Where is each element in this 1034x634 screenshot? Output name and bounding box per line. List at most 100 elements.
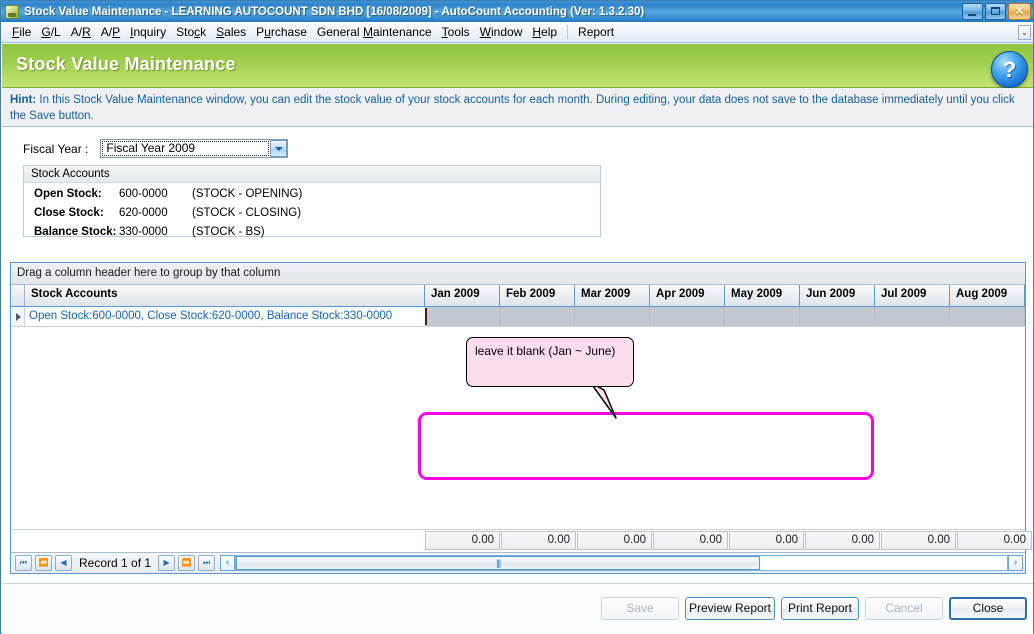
record-counter-label: Record 1 of 1 (79, 556, 152, 570)
stock-value-grid: Drag a column header here to group by th… (10, 262, 1032, 574)
footer-total-jun-2009: 0.00 (805, 531, 880, 550)
balance-stock-desc: (STOCK - BS) (192, 226, 265, 238)
open-stock-label: Open Stock: (34, 188, 102, 200)
menu-item-gl[interactable]: G/L (36, 23, 65, 41)
cell-jun-2009[interactable] (800, 307, 875, 326)
hint-label: Hint: (10, 94, 37, 106)
window-controls: ✕ (962, 3, 1031, 20)
cell-stock-accounts[interactable]: Open Stock:600-0000, Close Stock:620-000… (25, 307, 425, 326)
window-title: Stock Value Maintenance - LEARNING AUTOC… (24, 5, 645, 18)
menu-item-general-maintenance[interactable]: General Maintenance (312, 23, 437, 41)
chevron-down-icon[interactable] (270, 140, 288, 157)
footer-total-apr-2009: 0.00 (653, 531, 728, 550)
dialog-button-bar: Save Preview Report Print Report Cancel … (2, 583, 1033, 634)
footer-total-mar-2009: 0.00 (577, 531, 652, 550)
first-record-button[interactable]: ⏮ (15, 555, 32, 571)
close-stock-label: Close Stock: (34, 207, 104, 219)
client-area: Fiscal Year : Fiscal Year 2009 Stock Acc… (2, 127, 1033, 583)
menu-item-file[interactable]: File (7, 23, 36, 41)
menu-item-sales[interactable]: Sales (211, 23, 251, 41)
close-stock-desc: (STOCK - CLOSING) (192, 207, 302, 219)
next-record-button[interactable]: ▶ (158, 555, 176, 571)
page-header-band: Stock Value Maintenance (2, 44, 1033, 88)
cell-feb-2009[interactable] (500, 307, 575, 326)
minimize-button[interactable] (962, 3, 983, 20)
close-stock-code: 620-0000 (119, 207, 168, 219)
row-indicator-icon (11, 307, 25, 326)
menu-item-tools[interactable]: Tools (437, 23, 475, 41)
column-header-jun-2009[interactable]: Jun 2009 (800, 285, 875, 306)
cell-jan-2009[interactable] (425, 307, 500, 326)
print-report-button[interactable]: Print Report (781, 597, 859, 620)
save-button[interactable]: Save (601, 597, 679, 620)
scrollbar-thumb[interactable] (236, 556, 761, 570)
table-row[interactable]: Open Stock:600-0000, Close Stock:620-000… (11, 307, 1025, 327)
column-header-jan-2009[interactable]: Jan 2009 (425, 285, 500, 306)
fiscal-year-row: Fiscal Year : Fiscal Year 2009 (23, 139, 289, 158)
footer-total-feb-2009: 0.00 (501, 531, 576, 550)
menu-item-purchase[interactable]: Purchase (251, 23, 312, 41)
hint-panel: Hint: In this Stock Value Maintenance wi… (2, 88, 1033, 127)
open-stock-desc: (STOCK - OPENING) (192, 188, 303, 200)
stock-account-row: Open Stock: 600-0000 (STOCK - OPENING) (24, 186, 600, 202)
footer-total-jan-2009: 0.00 (425, 531, 500, 550)
column-header-may-2009[interactable]: May 2009 (725, 285, 800, 306)
previous-record-button[interactable]: ◀ (55, 555, 72, 571)
footer-total-aug-2009: 0.00 (957, 531, 1032, 550)
application-window: Stock Value Maintenance - LEARNING AUTOC… (0, 0, 1034, 634)
column-header-apr-2009[interactable]: Apr 2009 (650, 285, 725, 306)
column-header-aug-2009[interactable]: Aug 2009 (950, 285, 1025, 306)
cell-mar-2009[interactable] (575, 307, 650, 326)
column-header-stock-accounts[interactable]: Stock Accounts (25, 285, 425, 306)
page-title: Stock Value Maintenance (16, 54, 236, 74)
column-header-mar-2009[interactable]: Mar 2009 (575, 285, 650, 306)
next-page-button[interactable]: ⏩ (178, 555, 196, 571)
menu-item-inquiry[interactable]: Inquiry (125, 23, 171, 41)
annotation-callout: leave it blank (Jan ~ June) (466, 337, 634, 387)
footer-total-may-2009: 0.00 (729, 531, 804, 550)
scrollbar-track[interactable] (235, 555, 1008, 571)
menu-item-ar[interactable]: A/R (66, 23, 96, 41)
cell-aug-2009[interactable] (950, 307, 1025, 326)
column-header-jul-2009[interactable]: Jul 2009 (875, 285, 950, 306)
title-bar: Stock Value Maintenance - LEARNING AUTOC… (1, 1, 1033, 22)
cell-apr-2009[interactable] (650, 307, 725, 326)
maximize-icon (991, 7, 1000, 15)
group-by-panel[interactable]: Drag a column header here to group by th… (11, 263, 1025, 285)
preview-report-button[interactable]: Preview Report (685, 597, 775, 620)
menu-item-ap[interactable]: A/P (96, 23, 125, 41)
help-icon[interactable]: ? (991, 51, 1028, 88)
scroll-left-button[interactable]: ‹ (220, 555, 236, 571)
close-button[interactable]: Close (949, 597, 1027, 620)
stock-account-row: Close Stock: 620-0000 (STOCK - CLOSING) (24, 205, 600, 221)
stock-accounts-panel-title: Stock Accounts (24, 166, 600, 183)
menu-item-report[interactable]: Report (573, 23, 619, 41)
hint-text: In this Stock Value Maintenance window, … (10, 94, 1015, 122)
menu-item-stock[interactable]: Stock (171, 23, 211, 41)
grid-header-indicator (11, 285, 25, 306)
horizontal-scrollbar[interactable]: ‹ › (220, 555, 1023, 572)
previous-page-button[interactable]: ⏪ (35, 555, 52, 571)
menu-item-window[interactable]: Window (475, 23, 528, 41)
fiscal-year-select[interactable]: Fiscal Year 2009 (100, 139, 289, 158)
fiscal-year-value[interactable]: Fiscal Year 2009 (102, 141, 270, 156)
close-window-button[interactable]: ✕ (1008, 3, 1031, 20)
chevron-down-icon[interactable]: ⌄ (1018, 25, 1031, 40)
stock-account-row: Balance Stock: 330-0000 (STOCK - BS) (24, 224, 600, 240)
column-header-feb-2009[interactable]: Feb 2009 (500, 285, 575, 306)
balance-stock-code: 330-0000 (119, 226, 168, 238)
last-record-button[interactable]: ⏭ (198, 555, 216, 571)
cell-jul-2009[interactable] (875, 307, 950, 326)
grid-footer-totals: 0.00 0.00 0.00 0.00 0.00 0.00 0.00 0.00 (11, 529, 1032, 551)
menu-item-help[interactable]: Help (527, 23, 562, 41)
stock-accounts-panel: Stock Accounts Open Stock: 600-0000 (STO… (23, 165, 601, 240)
cell-may-2009[interactable] (725, 307, 800, 326)
menu-bar: File G/L A/R A/P Inquiry Stock Sales Pur… (1, 22, 1033, 43)
footer-spacer (11, 530, 425, 551)
close-icon: ✕ (1014, 4, 1025, 18)
cancel-button[interactable]: Cancel (865, 597, 943, 620)
minimize-icon (968, 14, 976, 16)
scroll-right-button[interactable]: › (1008, 555, 1023, 571)
grid-header-row: Stock Accounts Jan 2009 Feb 2009 Mar 200… (11, 285, 1025, 307)
maximize-button[interactable] (985, 3, 1006, 20)
